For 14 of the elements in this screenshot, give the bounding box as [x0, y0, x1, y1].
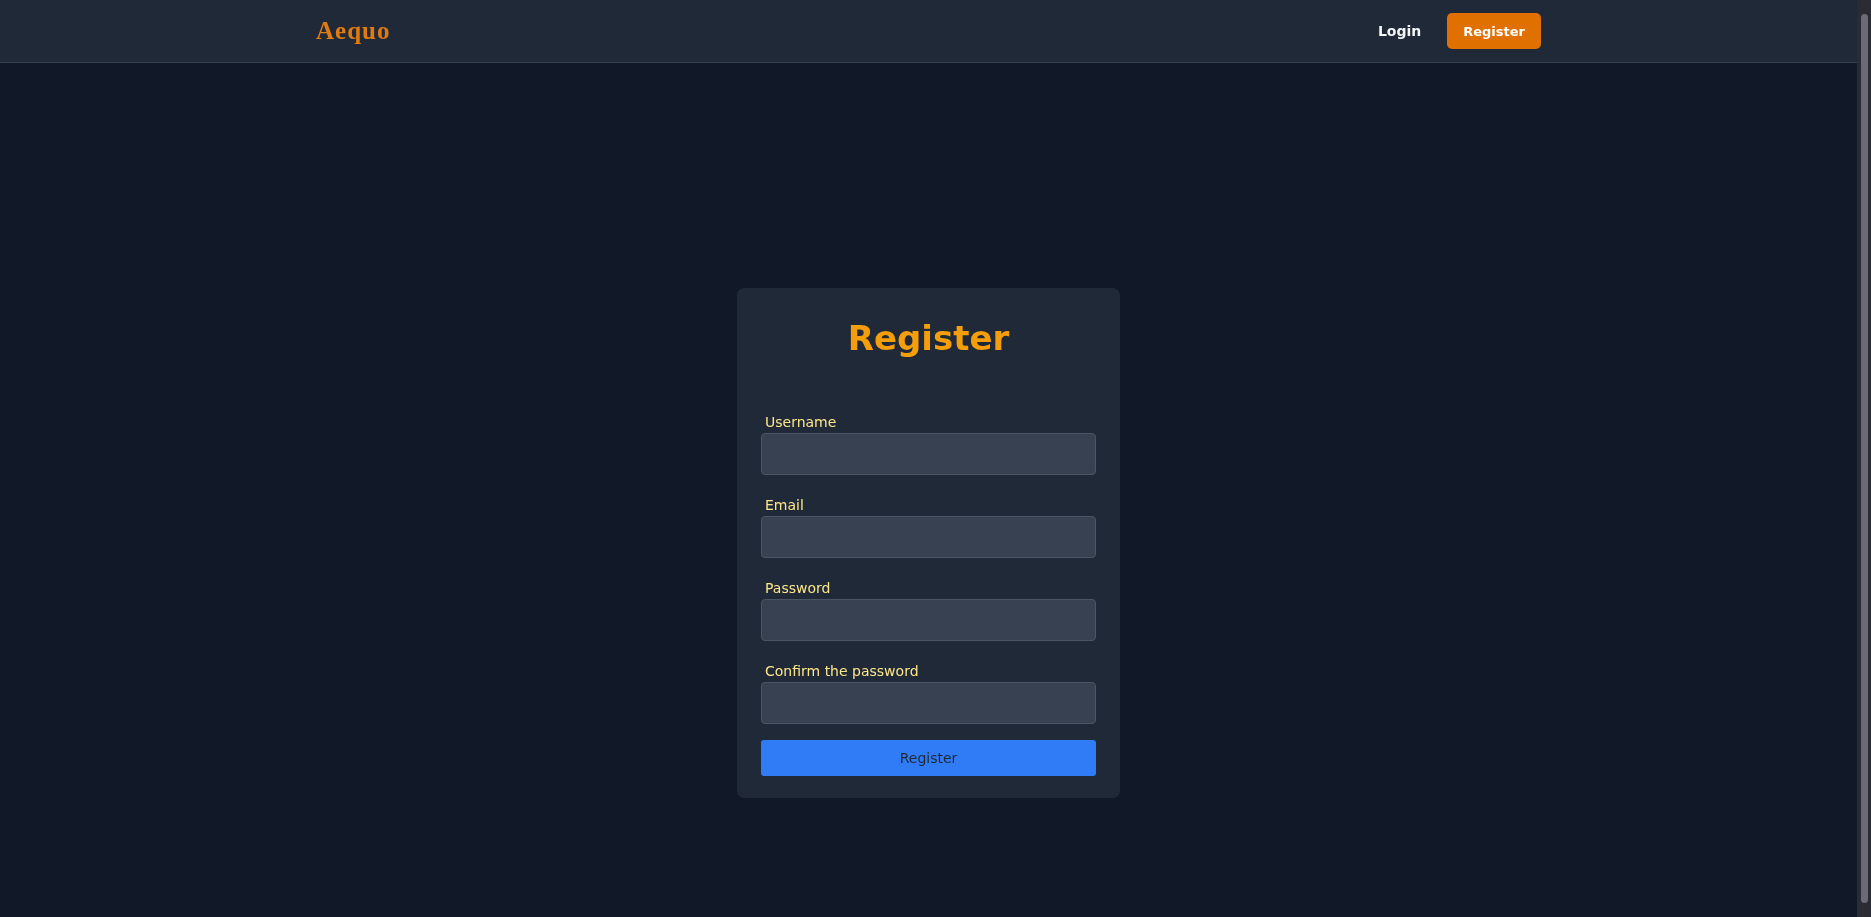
input-field[interactable]	[761, 516, 1096, 558]
field-label: Username	[765, 414, 838, 430]
field-label: Email	[765, 497, 805, 513]
field-label: Password	[765, 580, 832, 596]
login-link[interactable]: Login	[1377, 23, 1422, 39]
form-title: Register	[846, 318, 1011, 358]
input-field[interactable]	[761, 433, 1096, 475]
scrollbar[interactable]	[1857, 0, 1871, 917]
input-field[interactable]	[761, 682, 1096, 724]
logo[interactable]: Aequo	[316, 17, 391, 45]
register-button[interactable]: Register	[1447, 13, 1541, 49]
field-label: Confirm the password	[765, 663, 920, 679]
input-field[interactable]	[761, 599, 1096, 641]
submit-button[interactable]: Register	[761, 740, 1096, 776]
